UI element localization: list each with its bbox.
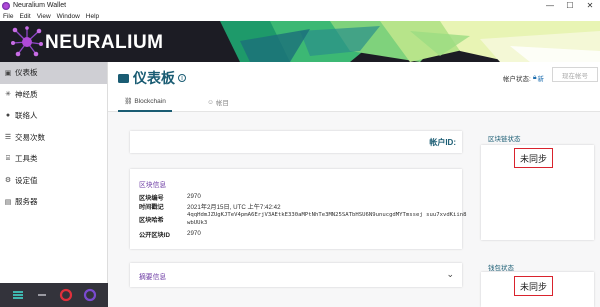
menu-edit[interactable]: Edit [16,13,33,20]
create-account-button[interactable]: 现在帐号 [552,67,598,82]
block-row-key: 区块编号 [139,195,164,202]
menu-window[interactable]: Window [54,13,83,20]
menu-file[interactable]: File [0,13,16,20]
layers-icon[interactable] [11,288,25,302]
sidebar-item-tools[interactable]: ⌸ 工具类 [0,148,107,170]
info-icon[interactable]: i [178,74,186,82]
block-row-value: 2970 [187,230,201,237]
block-row: 时间戳记 2021年2月15日, UTC 上午7:42:42 [139,202,281,211]
account-icon: ☺ [207,98,214,106]
menu-help[interactable]: Help [83,13,102,20]
sidebar-item-label: 设定值 [15,175,38,185]
block-row: 区块编号 2970 [139,193,201,202]
block-row: 公开区块ID 2970 [139,230,201,239]
wallet-status-badge: 未同步 [514,276,553,296]
window-titlebar: Neuralium Wallet — ☐ ✕ [0,0,600,11]
page-header: 仪表板 i 帐户状态: 🔒︎ 新 现在帐号 [108,62,600,92]
settings-icon: ⚙ [4,177,12,185]
sidebar-item-transactions[interactable]: ☰ 交易次数 [0,127,107,149]
maximize-icon[interactable]: ☐ [560,0,580,11]
minimize-icon[interactable]: — [540,0,560,11]
menu-bar: File Edit View Window Help [0,11,600,21]
account-state-value: 新 [537,76,545,83]
lock-icon: 🔒︎ [532,74,537,81]
sidebar-footer [0,283,108,307]
chain-status-badge: 未同步 [514,148,553,168]
block-row-key: 时间戳记 [139,204,164,211]
menu-view[interactable]: View [34,13,54,20]
chain-status-card: 未同步 [481,145,594,240]
page-title-text: 仪表板 [133,70,175,86]
block-row-key: 公开区块ID [139,232,170,239]
sidebar: ▣ 仪表板 ✳ 神经质 ● 联络人 ☰ 交易次数 ⌸ 工具类 ⚙ 设定值 ▤ 服… [0,62,108,307]
dashboard-icon: ▣ [4,69,12,77]
page-title: 仪表板 i [118,68,186,88]
tab-bar: ⛓ Blockchain ☺ 帐目 [108,92,600,112]
sidebar-item-neuralium[interactable]: ✳ 神经质 [0,84,107,106]
server-icon: ▤ [4,198,12,206]
sidebar-item-settings[interactable]: ⚙ 设定值 [0,170,107,192]
contacts-icon: ● [5,112,11,120]
wallet-status-title: 钱包状态 [488,265,514,272]
account-id-card: 帐户ID: [130,131,462,153]
block-row-key: 区块哈希 [139,217,164,224]
sidebar-item-label: 联络人 [15,111,38,121]
window-controls: — ☐ ✕ [540,0,600,11]
sidebar-item-label: 工具类 [15,154,38,164]
banner-polygon-art [220,21,600,62]
minus-icon[interactable] [35,288,49,302]
tab-blockchain[interactable]: ⛓ Blockchain [118,92,172,112]
chain-status-title: 区块链状态 [488,136,521,143]
sidebar-item-server[interactable]: ▤ 服务器 [0,191,107,213]
neuralium-logo-icon [11,26,43,57]
sidebar-item-label: 交易次数 [15,132,45,142]
window-title: Neuralium Wallet [13,2,67,9]
account-id-label: 帐户ID: [429,138,456,147]
wallet-icon [118,73,129,83]
chevron-down-icon[interactable]: ⌄ [446,269,454,280]
block-row: 区块哈希 4qqHdmJZUgKJTeV4pmA6ErjV3AEtkE330aM… [139,211,467,227]
sidebar-item-contacts[interactable]: ● 联络人 [0,105,107,127]
neuron-icon: ✳ [5,91,11,99]
block-row-value: 2021年2月15日, UTC 上午7:42:42 [187,204,281,211]
block-info-card: 区块信息 区块编号 2970 时间戳记 2021年2月15日, UTC 上午7:… [130,169,467,249]
app-logo-icon [2,1,10,10]
account-state: 帐户状态: 🔒︎ 新 [503,73,544,83]
sidebar-item-label: 服务器 [15,197,38,207]
sidebar-item-label: 神经质 [15,89,38,99]
sidebar-item-label: 仪表板 [15,68,38,78]
wallet-status-card: 未同步 [481,272,594,307]
tab-label: Blockchain [134,97,166,105]
block-hash-value: 4qqHdmJZUgKJTeV4pmA6ErjV3AEtkE330aMPtNhT… [187,212,467,226]
tab-label: 帐目 [215,100,229,107]
sidebar-item-dashboard[interactable]: ▣ 仪表板 [0,62,107,84]
sync-status-icon[interactable] [83,288,97,302]
tab-account[interactable]: ☺ 帐目 [198,92,238,112]
block-info-title: 区块信息 [139,182,167,189]
block-row-value: 2970 [187,193,201,200]
transactions-icon: ☰ [4,134,12,142]
link-icon: ⛓ [124,98,133,105]
tools-icon: ⌸ [5,154,11,162]
summary-title: 摘要信息 [139,274,167,281]
summary-card[interactable]: 摘要信息 ⌄ [130,263,462,287]
close-icon[interactable]: ✕ [580,0,600,11]
account-state-label: 帐户状态: [503,76,531,83]
brand-logo-text: NEURALIUM [45,32,164,53]
network-status-icon[interactable] [59,288,73,302]
brand-header: NEURALIUM [0,21,600,62]
